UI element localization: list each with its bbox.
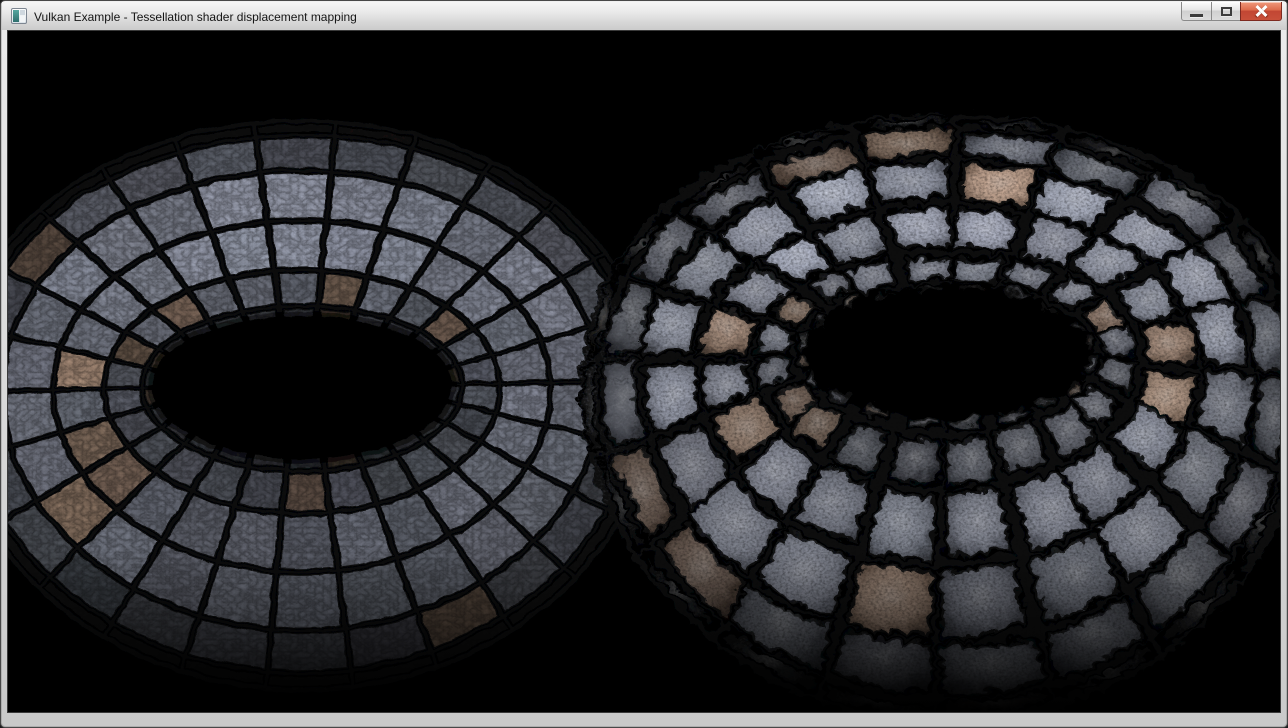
vulkan-3d-scene [8,31,1280,712]
app-icon-pane [13,10,19,22]
app-icon-pane [20,10,25,15]
close-button[interactable] [1240,2,1282,21]
maximize-button[interactable] [1211,2,1240,21]
close-icon [1254,5,1268,17]
screen: Vulkan Example - Tessellation shader dis… [0,0,1288,728]
maximize-icon [1221,7,1232,16]
minimize-button[interactable] [1181,2,1211,21]
render-viewport[interactable] [7,30,1281,713]
title-bar[interactable]: Vulkan Example - Tessellation shader dis… [2,2,1286,30]
window-controls [1181,2,1282,22]
app-icon[interactable] [11,8,27,24]
app-window: Vulkan Example - Tessellation shader dis… [0,0,1288,728]
window-title: Vulkan Example - Tessellation shader dis… [34,9,357,24]
app-icon-pane [20,16,25,22]
minimize-icon [1190,14,1203,17]
